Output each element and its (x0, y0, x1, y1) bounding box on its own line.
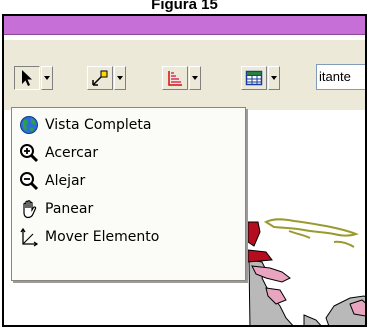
move-arrows-icon (18, 226, 40, 248)
select-tool-button[interactable] (14, 66, 40, 90)
menu-item-vista-completa[interactable]: Vista Completa (12, 111, 245, 139)
select-tool-dropdown[interactable] (41, 66, 53, 90)
menu-item-label: Alejar (45, 173, 86, 189)
menu-item-acercar[interactable]: Acercar (12, 139, 245, 167)
menu-item-label: Mover Elemento (45, 229, 160, 245)
chart-tool-button[interactable] (162, 66, 188, 90)
globe-icon (18, 114, 40, 136)
title-bar (4, 16, 365, 35)
chevron-down-icon (44, 76, 50, 80)
chart-icon (168, 71, 182, 86)
pan-hand-icon (18, 198, 40, 220)
chart-tool-dropdown[interactable] (189, 66, 201, 90)
menu-item-panear[interactable]: Panear (12, 195, 245, 223)
identify-tool-dropdown[interactable] (114, 66, 126, 90)
menu-item-alejar[interactable]: Alejar (12, 167, 245, 195)
table-tool-button[interactable] (241, 66, 267, 90)
arrow-square-icon (92, 70, 108, 86)
arrow-pointer-icon (22, 70, 32, 86)
app-window: itante Vista Completa Acercar Alejar Pan… (2, 14, 367, 327)
chevron-down-icon (271, 76, 277, 80)
menu-item-label: Panear (45, 201, 94, 217)
zoom-out-icon (18, 170, 40, 192)
layer-field[interactable]: itante (316, 64, 365, 90)
menu-item-label: Vista Completa (45, 117, 152, 133)
menu-item-mover-elemento[interactable]: Mover Elemento (12, 223, 245, 251)
chevron-down-icon (192, 76, 198, 80)
table-tool-dropdown[interactable] (268, 66, 280, 90)
figure-caption: Figura 15 (151, 0, 218, 13)
toolbar: itante (4, 40, 365, 110)
menu-item-label: Acercar (45, 145, 99, 161)
zoom-in-icon (18, 142, 40, 164)
table-icon (245, 70, 263, 86)
chevron-down-icon (117, 76, 123, 80)
identify-tool-button[interactable] (87, 66, 113, 90)
navigation-tools-menu: Vista Completa Acercar Alejar Panear Mov… (11, 107, 246, 281)
